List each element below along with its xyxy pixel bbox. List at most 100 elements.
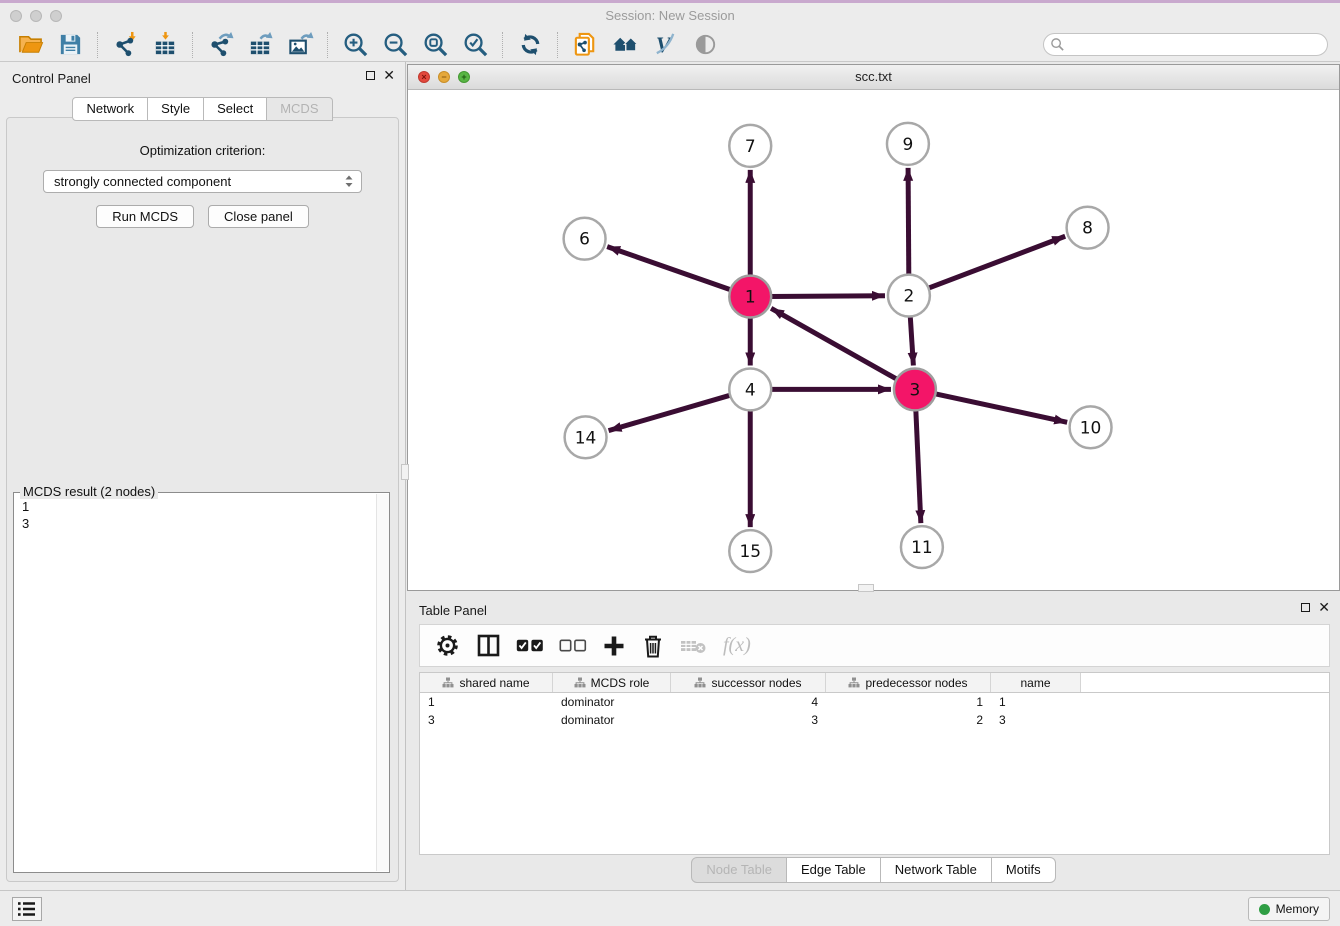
- network-close-button[interactable]: ×: [418, 71, 430, 83]
- float-panel-icon[interactable]: [1301, 603, 1310, 612]
- split-handle[interactable]: [858, 584, 874, 592]
- search-field[interactable]: [1043, 33, 1328, 56]
- export-table-button[interactable]: [240, 30, 280, 60]
- cell-successor-nodes[interactable]: 4: [671, 695, 826, 711]
- optimization-criterion-select[interactable]: strongly connected component: [43, 170, 362, 193]
- graph-edge-1-2[interactable]: [769, 296, 885, 297]
- select-all-button[interactable]: [516, 638, 544, 653]
- toolbar-separator: [192, 32, 193, 58]
- open-file-button[interactable]: [10, 30, 50, 60]
- cell-predecessor-nodes[interactable]: 2: [826, 713, 991, 729]
- new-network-from-selection-button[interactable]: [565, 30, 605, 60]
- tab-edge-table[interactable]: Edge Table: [787, 857, 881, 883]
- import-table-icon: [152, 31, 179, 58]
- delete-table-button[interactable]: [680, 636, 708, 656]
- search-input[interactable]: [1069, 38, 1309, 52]
- tab-motifs[interactable]: Motifs: [992, 857, 1056, 883]
- export-network-icon: [207, 31, 234, 58]
- zoom-in-button[interactable]: [335, 30, 375, 60]
- show-columns-button[interactable]: [476, 633, 501, 658]
- table-settings-button[interactable]: [434, 632, 461, 659]
- tab-mcds[interactable]: MCDS: [267, 97, 332, 121]
- close-panel-icon[interactable]: ✕: [383, 69, 395, 81]
- toolbar-separator: [327, 32, 328, 58]
- cell-shared-name[interactable]: 1: [420, 695, 553, 711]
- delete-row-button[interactable]: [641, 633, 665, 659]
- run-mcds-button[interactable]: Run MCDS: [96, 205, 194, 228]
- graph-node-label-10: 10: [1080, 417, 1102, 437]
- column-header-predecessor-nodes[interactable]: predecessor nodes: [826, 673, 991, 692]
- vizmapper-button[interactable]: V: [645, 30, 685, 60]
- graph-edge-2-9[interactable]: [908, 168, 909, 277]
- optimization-criterion-label: Optimization criterion:: [7, 143, 398, 158]
- mcds-result-line: 3: [22, 515, 381, 532]
- graph-edge-1-6[interactable]: [607, 247, 732, 291]
- function-builder-button[interactable]: f(x): [723, 634, 751, 657]
- network-canvas[interactable]: 1234678910111415: [408, 90, 1339, 590]
- export-image-button[interactable]: [280, 30, 320, 60]
- toolbar-separator: [502, 32, 503, 58]
- table-panel-header: Table Panel ✕: [407, 594, 1340, 624]
- column-header-successor-nodes[interactable]: successor nodes: [671, 673, 826, 692]
- add-row-button[interactable]: [602, 634, 626, 658]
- graph-node-label-8: 8: [1082, 218, 1093, 238]
- minimize-window-button[interactable]: [30, 10, 42, 22]
- tab-style[interactable]: Style: [148, 97, 204, 121]
- home-button[interactable]: [605, 30, 645, 60]
- zoom-out-button[interactable]: [375, 30, 415, 60]
- control-panel-tabs: Network Style Select MCDS: [0, 97, 405, 121]
- zoom-selected-button[interactable]: [455, 30, 495, 60]
- memory-button[interactable]: Memory: [1248, 897, 1330, 921]
- graph-edge-2-3[interactable]: [910, 315, 913, 366]
- show-hide-button[interactable]: [685, 30, 725, 60]
- import-network-button[interactable]: [105, 30, 145, 60]
- mcds-result-box: MCDS result (2 nodes) 1 3: [13, 492, 390, 873]
- zoom-fit-button[interactable]: [415, 30, 455, 60]
- table-tabs: Node Table Edge Table Network Table Moti…: [407, 857, 1340, 883]
- cell-predecessor-nodes[interactable]: 1: [826, 695, 991, 711]
- memory-status-dot: [1259, 904, 1270, 915]
- tab-network-table[interactable]: Network Table: [881, 857, 992, 883]
- zoom-window-button[interactable]: [50, 10, 62, 22]
- export-network-button[interactable]: [200, 30, 240, 60]
- graph-edge-4-14[interactable]: [609, 395, 732, 431]
- network-minimize-button[interactable]: −: [438, 71, 450, 83]
- graph-edge-3-10[interactable]: [933, 393, 1067, 422]
- network-maximize-button[interactable]: +: [458, 71, 470, 83]
- float-panel-icon[interactable]: [366, 71, 375, 80]
- cell-shared-name[interactable]: 3: [420, 713, 553, 729]
- close-panel-icon[interactable]: ✕: [1318, 601, 1330, 613]
- graph-node-label-15: 15: [739, 541, 761, 561]
- cell-name[interactable]: 3: [991, 713, 1081, 729]
- gear-icon: [434, 632, 461, 659]
- deselect-all-button[interactable]: [559, 638, 587, 653]
- cell-mcds-role[interactable]: dominator: [553, 695, 671, 711]
- graph-node-label-1: 1: [745, 287, 756, 307]
- refresh-button[interactable]: [510, 30, 550, 60]
- network-graph: 1234678910111415: [408, 90, 1339, 590]
- save-session-button[interactable]: [50, 30, 90, 60]
- table-row[interactable]: 1 dominator 4 1 1: [420, 695, 1329, 711]
- tab-network[interactable]: Network: [72, 97, 148, 121]
- refresh-icon: [517, 31, 544, 58]
- close-panel-button[interactable]: Close panel: [208, 205, 309, 228]
- task-history-button[interactable]: [12, 897, 42, 921]
- split-handle[interactable]: [401, 464, 409, 480]
- column-header-name[interactable]: name: [991, 673, 1081, 692]
- graph-edge-3-11[interactable]: [916, 408, 921, 523]
- graph-edge-3-1[interactable]: [771, 308, 898, 380]
- column-header-mcds-role[interactable]: MCDS role: [553, 673, 671, 692]
- result-scrollbar[interactable]: [376, 494, 389, 871]
- table-row[interactable]: 3 dominator 3 2 3: [420, 713, 1329, 729]
- cell-mcds-role[interactable]: dominator: [553, 713, 671, 729]
- import-table-button[interactable]: [145, 30, 185, 60]
- close-window-button[interactable]: [10, 10, 22, 22]
- tab-select[interactable]: Select: [204, 97, 267, 121]
- column-header-shared-name[interactable]: shared name: [420, 673, 553, 692]
- graph-node-label-7: 7: [745, 136, 756, 156]
- export-table-icon: [247, 31, 274, 58]
- cell-name[interactable]: 1: [991, 695, 1081, 711]
- cell-successor-nodes[interactable]: 3: [671, 713, 826, 729]
- tab-node-table[interactable]: Node Table: [691, 857, 787, 883]
- graph-edge-2-8[interactable]: [927, 236, 1066, 289]
